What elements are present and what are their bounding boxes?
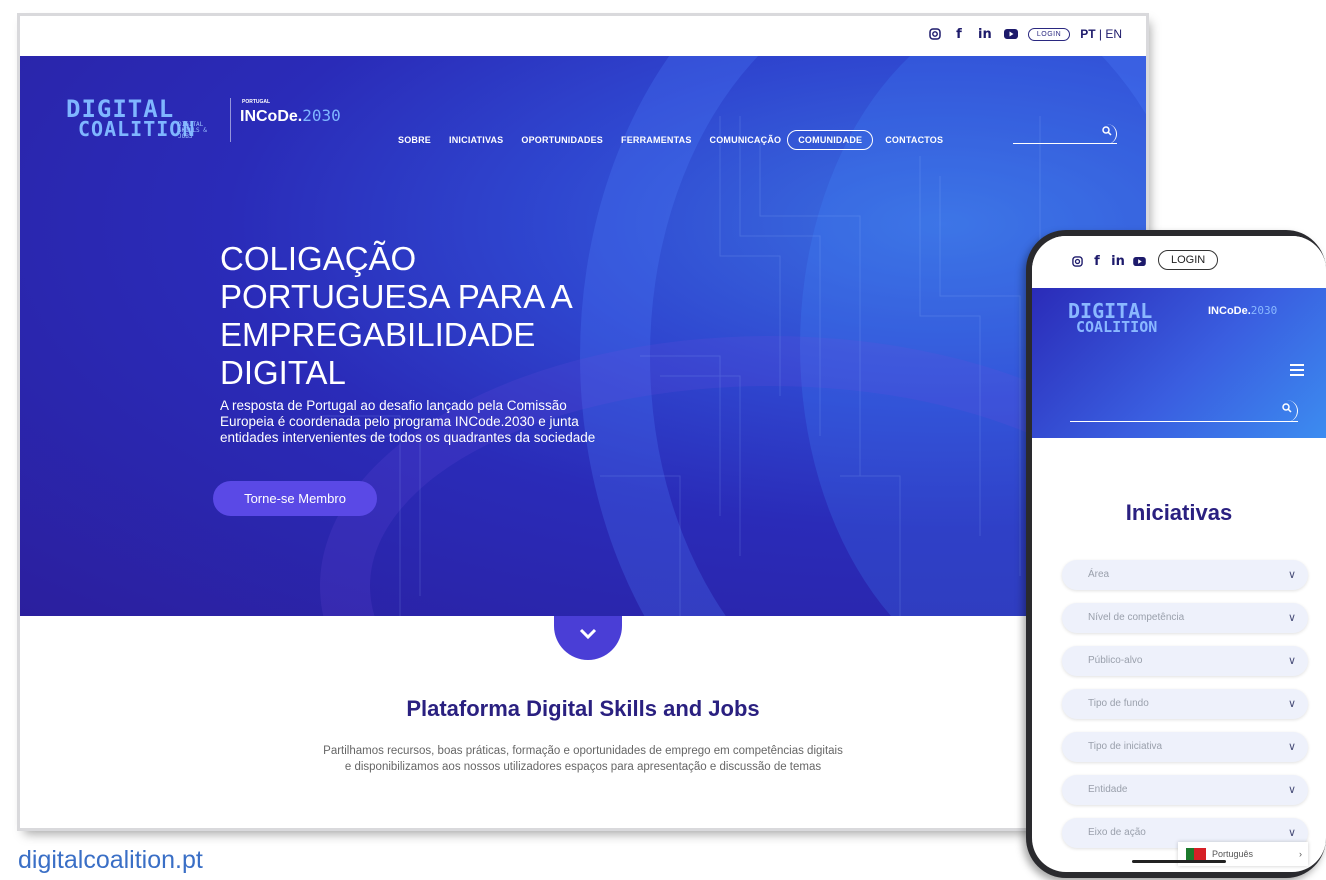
hero-title: COLIGAÇÃO PORTUGUESA PARA A EMPREGABILID…	[220, 240, 571, 391]
nav-item-comunidade[interactable]: COMUNIDADE	[787, 130, 874, 150]
linkedin-icon[interactable]: in	[976, 27, 994, 42]
chevron-down-icon: ∨	[1287, 698, 1296, 710]
section-text-line1: Partilhamos recursos, boas práticas, for…	[323, 745, 843, 757]
desktop-screenshot: f in LOGIN PT | EN DIGITAL COALITION DIG…	[20, 16, 1146, 828]
section-text-line2: e disponibilizamos aos nossos utilizador…	[344, 761, 822, 773]
filter-area[interactable]: Área ∨	[1062, 560, 1308, 590]
portugal-flag-icon	[1186, 848, 1206, 860]
nav-item-comunicacao[interactable]: COMUNICAÇÃO	[710, 135, 782, 145]
filter-list: Área ∨ Nível de competência ∨ Público-alvo…	[1062, 560, 1308, 861]
phone-incode-name: INCoDe.	[1208, 305, 1251, 317]
main-nav: SOBRE INICIATIVAS OPORTUNIDADES FERRAMEN…	[398, 130, 943, 150]
chevron-down-icon: ∨	[1287, 612, 1296, 624]
incode-country: PORTUGAL	[242, 99, 271, 105]
hero-section: DIGITAL COALITION DIGITAL SKILLS & JOBS …	[20, 56, 1146, 616]
incode-logo[interactable]: PORTUGAL INCoDe.2030	[240, 99, 341, 126]
youtube-icon[interactable]	[1132, 254, 1146, 268]
phone-incode-logo[interactable]: INCoDe.2030	[1208, 304, 1277, 317]
top-bar-right: f in LOGIN PT | EN	[928, 27, 1122, 42]
phone-mockup: f in LOGIN DIGITAL COALITION INCoDe.2030…	[1026, 230, 1326, 878]
filter-label: Entidade	[1088, 784, 1128, 795]
instagram-icon[interactable]	[928, 27, 942, 41]
filter-publico-alvo[interactable]: Público-alvo ∨	[1062, 646, 1308, 676]
phone-incode-year: 2030	[1250, 304, 1278, 317]
filter-label: Público-alvo	[1088, 655, 1143, 666]
become-member-button[interactable]: Torne-se Membro	[213, 481, 377, 516]
phone-social-icons: f in	[1070, 254, 1146, 269]
facebook-icon[interactable]: f	[952, 27, 966, 42]
chevron-down-icon: ∨	[1287, 569, 1296, 581]
filter-nivel-competencia[interactable]: Nível de competência ∨	[1062, 603, 1308, 633]
top-bar: f in LOGIN PT | EN	[20, 16, 1146, 56]
linkedin-icon[interactable]: in	[1110, 254, 1126, 269]
nav-item-oportunidades[interactable]: OPORTUNIDADES	[521, 135, 603, 145]
chevron-down-icon: ∨	[1287, 655, 1296, 667]
section-description: Partilhamos recursos, boas práticas, for…	[20, 743, 1146, 775]
phone-digital-coalition-logo[interactable]: DIGITAL COALITION	[1068, 301, 1158, 336]
nav-item-contactos[interactable]: CONTACTOS	[885, 135, 943, 145]
site-url-caption: digitalcoalition.pt	[18, 846, 203, 874]
filter-label: Tipo de fundo	[1088, 698, 1149, 709]
login-button[interactable]: LOGIN	[1027, 27, 1071, 41]
phone-page-title: Iniciativas	[1125, 500, 1233, 525]
chevron-right-icon: ›	[1299, 849, 1302, 859]
filter-label: Nível de competência	[1088, 612, 1185, 623]
nav-item-ferramentas[interactable]: FERRAMENTAS	[621, 135, 692, 145]
chevron-down-icon: ∨	[1287, 784, 1296, 796]
search-input[interactable]	[1013, 124, 1117, 144]
phone-search-input[interactable]	[1070, 400, 1298, 422]
logo-divider	[230, 98, 231, 142]
search-icon[interactable]	[1276, 400, 1298, 422]
incode-name: INCoDe.	[240, 108, 303, 125]
chevron-down-icon: ∨	[1287, 741, 1296, 753]
facebook-icon[interactable]: f	[1090, 254, 1104, 269]
scroll-down-button[interactable]	[554, 616, 622, 660]
filter-entidade[interactable]: Entidade ∨	[1062, 775, 1308, 805]
phone-login-button[interactable]: LOGIN	[1158, 250, 1219, 270]
hamburger-menu-icon[interactable]	[1290, 364, 1304, 379]
filter-label: Tipo de iniciativa	[1088, 741, 1163, 752]
phone-screen: f in LOGIN DIGITAL COALITION INCoDe.2030…	[1032, 236, 1326, 872]
section-title: Plataforma Digital Skills and Jobs	[406, 696, 760, 721]
chevron-down-icon	[579, 624, 597, 644]
lang-en[interactable]: EN	[1105, 27, 1122, 41]
nav-item-iniciativas[interactable]: INICIATIVAS	[449, 135, 503, 145]
filter-label: Eixo de ação	[1088, 827, 1146, 838]
home-indicator[interactable]	[1132, 860, 1226, 863]
search-icon[interactable]	[1097, 124, 1117, 144]
phone-top-bar: f in LOGIN	[1032, 236, 1326, 288]
language-switcher[interactable]: PT | EN	[1080, 27, 1122, 41]
language-label: Português	[1212, 849, 1254, 859]
filter-tipo-fundo[interactable]: Tipo de fundo ∨	[1062, 689, 1308, 719]
digital-coalition-logo[interactable]: DIGITAL COALITION DIGITAL SKILLS & JOBS	[66, 97, 207, 140]
hero-description: A resposta de Portugal ao desafio lançad…	[220, 398, 596, 445]
phone-hero: DIGITAL COALITION INCoDe.2030	[1032, 288, 1326, 438]
nav-item-sobre[interactable]: SOBRE	[398, 135, 431, 145]
logo-subtitle: DIGITAL SKILLS & JOBS	[178, 121, 207, 140]
phone-logo-line2: COALITION	[1076, 318, 1158, 336]
youtube-icon[interactable]	[1003, 27, 1018, 41]
filter-tipo-iniciativa[interactable]: Tipo de iniciativa ∨	[1062, 732, 1308, 762]
lang-separator: |	[1095, 27, 1106, 41]
incode-year: 2030	[302, 106, 341, 125]
instagram-icon[interactable]	[1070, 254, 1084, 268]
filter-label: Área	[1088, 569, 1110, 580]
lang-pt[interactable]: PT	[1080, 27, 1095, 41]
